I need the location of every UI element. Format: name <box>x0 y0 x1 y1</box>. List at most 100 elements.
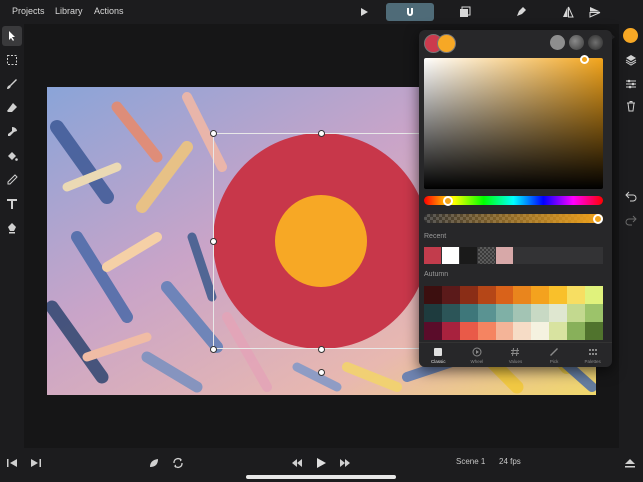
palette-swatch[interactable] <box>424 286 442 304</box>
recent-swatch[interactable] <box>424 247 441 264</box>
marquee-select-icon[interactable] <box>2 50 22 70</box>
tab-palettes[interactable]: Palettes <box>573 343 612 367</box>
palette-swatch[interactable] <box>585 322 603 340</box>
recent-swatch[interactable] <box>496 247 513 264</box>
palette-swatch[interactable] <box>441 304 460 322</box>
rewind-icon[interactable] <box>289 455 305 471</box>
brush-icon[interactable] <box>2 74 22 94</box>
bottom-bar: Scene 1 24 fps <box>0 448 643 482</box>
handle-top-left[interactable] <box>210 130 217 137</box>
palette-swatch[interactable] <box>459 322 478 340</box>
recent-swatch[interactable] <box>478 247 495 264</box>
palette-swatch[interactable] <box>495 304 514 322</box>
current-color-button[interactable] <box>623 28 638 43</box>
recent-swatch[interactable] <box>460 247 477 264</box>
smudge-icon[interactable] <box>2 122 22 142</box>
grid-icon <box>588 348 597 355</box>
eyedropper-icon <box>550 347 559 356</box>
palette-swatch[interactable] <box>513 322 532 340</box>
flip-horizontal-icon[interactable] <box>558 3 578 21</box>
palette-swatch[interactable] <box>495 322 514 340</box>
color-comparison <box>424 34 456 54</box>
palette-swatch[interactable] <box>585 286 603 304</box>
palette-swatch[interactable] <box>424 322 442 340</box>
palette-swatch[interactable] <box>531 322 550 340</box>
tab-classic[interactable]: Classic <box>419 343 458 367</box>
palette-swatch[interactable] <box>441 286 460 304</box>
next-frame-icon[interactable] <box>28 455 44 471</box>
eraser-icon[interactable] <box>2 98 22 118</box>
tab-values[interactable]: Values <box>496 343 535 367</box>
fill-bucket-icon[interactable] <box>2 146 22 166</box>
text-tool-icon[interactable] <box>2 194 22 214</box>
tab-wheel[interactable]: Wheel <box>458 343 497 367</box>
opacity-slider[interactable] <box>424 214 603 223</box>
scene-label[interactable]: Scene 1 <box>456 457 485 466</box>
recent-label: Recent <box>424 233 447 240</box>
trash-icon[interactable] <box>623 98 639 114</box>
palette-swatch[interactable] <box>585 304 603 322</box>
menu-actions[interactable]: Actions <box>94 6 124 16</box>
play-icon[interactable] <box>313 455 329 471</box>
palette-swatch[interactable] <box>441 322 460 340</box>
pen-tool-icon[interactable] <box>2 218 22 238</box>
style-dot-light[interactable] <box>550 35 565 50</box>
style-dot-medium[interactable] <box>569 35 584 50</box>
opacity-knob[interactable] <box>593 214 603 224</box>
saturation-value-picker[interactable] <box>424 58 603 189</box>
sliders-icon[interactable] <box>623 76 639 92</box>
palette-swatch[interactable] <box>513 304 532 322</box>
timeline-toggle-icon[interactable] <box>622 455 638 471</box>
palette-swatch[interactable] <box>477 286 496 304</box>
handle-bottom-left[interactable] <box>210 346 217 353</box>
prev-frame-icon[interactable] <box>4 455 20 471</box>
eyedropper-icon[interactable] <box>2 170 22 190</box>
menu-library[interactable]: Library <box>55 6 83 16</box>
palette-swatch[interactable] <box>567 286 586 304</box>
right-bar <box>619 24 643 448</box>
fps-label[interactable]: 24 fps <box>499 457 521 466</box>
top-bar: Projects Library Actions <box>0 0 643 24</box>
palette-swatch[interactable] <box>531 304 550 322</box>
hue-knob[interactable] <box>443 196 453 206</box>
onion-skin-icon[interactable] <box>455 3 475 21</box>
handle-bottom[interactable] <box>318 346 325 353</box>
style-dot-dark[interactable] <box>588 35 603 50</box>
palette-label: Autumn <box>424 271 449 278</box>
color-mode-tabs: Classic Wheel Values Pick Palettes <box>419 342 612 367</box>
layers-icon[interactable] <box>623 52 639 68</box>
tab-pick[interactable]: Pick <box>535 343 574 367</box>
pen-nib-icon[interactable] <box>511 3 531 21</box>
menu-projects[interactable]: Projects <box>12 6 45 16</box>
palette-swatch[interactable] <box>549 304 568 322</box>
current-color-swatch[interactable] <box>437 34 456 53</box>
magnet-icon <box>407 8 413 16</box>
palette-swatch[interactable] <box>477 322 496 340</box>
handle-top[interactable] <box>318 130 325 137</box>
play-icon[interactable] <box>354 3 374 21</box>
palette-swatch[interactable] <box>549 322 568 340</box>
palette-swatch[interactable] <box>459 304 478 322</box>
redo-icon[interactable] <box>623 212 639 228</box>
flip-vertical-icon[interactable] <box>585 3 605 21</box>
onion-icon[interactable] <box>146 455 162 471</box>
sv-knob[interactable] <box>580 55 589 64</box>
fast-forward-icon[interactable] <box>337 455 353 471</box>
palette-swatch[interactable] <box>567 322 586 340</box>
magnet-button[interactable] <box>386 3 434 21</box>
undo-icon[interactable] <box>623 188 639 204</box>
palette-swatch[interactable] <box>567 304 586 322</box>
autumn-palette <box>424 286 603 340</box>
handle-left[interactable] <box>210 238 217 245</box>
palette-swatch[interactable] <box>459 286 478 304</box>
recent-swatch[interactable] <box>442 247 459 264</box>
palette-swatch[interactable] <box>495 286 514 304</box>
rotate-handle[interactable] <box>318 369 325 376</box>
palette-swatch[interactable] <box>531 286 550 304</box>
select-arrow-icon[interactable] <box>2 26 22 46</box>
palette-swatch[interactable] <box>549 286 568 304</box>
loop-icon[interactable] <box>170 455 186 471</box>
palette-swatch[interactable] <box>424 304 442 322</box>
palette-swatch[interactable] <box>513 286 532 304</box>
palette-swatch[interactable] <box>477 304 496 322</box>
